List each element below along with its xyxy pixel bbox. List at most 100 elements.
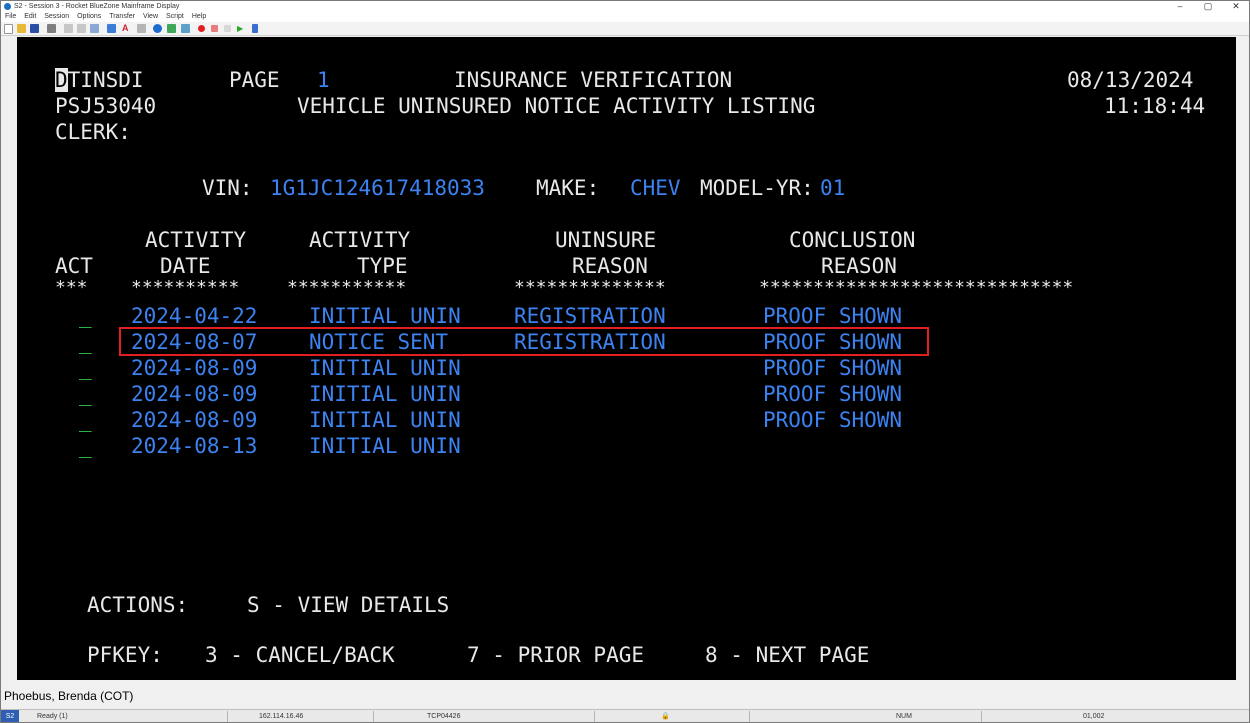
menu-view[interactable]: View: [143, 13, 158, 20]
new-icon[interactable]: [4, 24, 13, 34]
user-name-label: Phoebus, Brenda (COT): [4, 689, 134, 703]
status-cursor-position: 01,002: [1083, 713, 1105, 720]
status-divider: [981, 711, 982, 722]
row-conclusion: PROOF SHOWN: [763, 382, 903, 406]
status-ip: 162.114.16.46: [259, 713, 304, 720]
status-divider: [227, 711, 228, 722]
pause-icon[interactable]: [224, 25, 231, 32]
col-conclusion-line1: CONCLUSION: [789, 228, 916, 252]
menu-edit[interactable]: Edit: [24, 13, 36, 20]
clerk-label: CLERK:: [55, 120, 131, 144]
connect-icon[interactable]: [107, 24, 116, 33]
script-icon[interactable]: [252, 24, 258, 33]
macro-icon[interactable]: [181, 24, 190, 33]
toolbar: A ▶: [1, 22, 1249, 36]
bluezone-app-icon: [4, 3, 11, 10]
pfkey-next-page[interactable]: 8 - NEXT PAGE: [705, 642, 869, 668]
row-conclusion: PROOF SHOWN: [763, 304, 903, 328]
terminal-screen[interactable]: DTINSDI PAGE 1 INSURANCE VERIFICATION 08…: [17, 37, 1236, 680]
screen-id-rest: TINSDI: [67, 68, 144, 92]
paste-icon[interactable]: [90, 24, 99, 33]
screen-id: DTINSDI: [55, 67, 144, 93]
act-input[interactable]: _: [79, 303, 92, 329]
current-date: 08/13/2024: [1067, 68, 1194, 92]
row-type: INITIAL UNIN: [309, 304, 461, 328]
stop-icon[interactable]: [211, 25, 218, 32]
menu-script[interactable]: Script: [166, 13, 184, 20]
row-type: INITIAL UNIN: [309, 356, 461, 380]
row-reason: REGISTRATION: [514, 304, 666, 328]
stars-reason: **************: [514, 277, 666, 298]
row-conclusion: PROOF SHOWN: [763, 408, 903, 432]
maximize-button[interactable]: ▢: [1195, 1, 1221, 12]
row-date: 2024-04-22: [131, 304, 258, 328]
pfkey-prior-page[interactable]: 7 - PRIOR PAGE: [467, 642, 644, 668]
pfkey-cancel-back[interactable]: 3 - CANCEL/BACK: [205, 642, 395, 668]
transfer-icon[interactable]: [167, 24, 176, 33]
open-icon[interactable]: [17, 24, 26, 33]
row-type: INITIAL UNIN: [309, 408, 461, 432]
row-date: 2024-08-09: [131, 382, 258, 406]
lock-icon: 🔒: [661, 713, 670, 720]
act-input[interactable]: _: [79, 381, 92, 407]
window-title: S2 - Session 3 - Rocket BlueZone Mainfra…: [14, 3, 180, 10]
status-divider: [373, 711, 374, 722]
minimize-button[interactable]: –: [1167, 1, 1193, 12]
row-date: 2024-08-09: [131, 356, 258, 380]
stars-conclusion: *****************************: [759, 277, 1074, 298]
status-bar: S2 Ready (1) 162.114.16.46 TCP04426 🔒 NU…: [1, 709, 1249, 722]
screen-title: INSURANCE VERIFICATION: [454, 68, 733, 92]
clear-icon[interactable]: [137, 24, 146, 33]
program-id: PSJ53040: [55, 94, 157, 118]
stars-type: ***********: [287, 277, 407, 298]
model-yr-value[interactable]: 01: [820, 175, 845, 201]
make-label: MAKE:: [536, 176, 600, 200]
act-input[interactable]: _: [79, 355, 92, 381]
vin-value[interactable]: 1G1JC124617418033: [270, 175, 485, 201]
close-button[interactable]: ✕: [1223, 1, 1249, 12]
actions-text: S - VIEW DETAILS: [247, 593, 450, 617]
page-label: PAGE: [229, 68, 280, 92]
cut-icon[interactable]: [64, 24, 73, 33]
stars-date: **********: [131, 277, 240, 298]
col-uninsure-line1: UNINSURE: [555, 228, 657, 252]
menu-options[interactable]: Options: [77, 13, 101, 20]
menu-help[interactable]: Help: [192, 13, 206, 20]
act-input[interactable]: _: [79, 433, 92, 459]
status-divider: [594, 711, 595, 722]
row-type: INITIAL UNIN: [309, 434, 461, 458]
stars-act: ***: [55, 277, 88, 298]
act-input[interactable]: _: [79, 407, 92, 433]
menu-file[interactable]: File: [5, 13, 16, 20]
actions-label: ACTIONS:: [87, 593, 189, 617]
font-icon[interactable]: A: [122, 24, 131, 33]
menu-transfer[interactable]: Transfer: [109, 13, 135, 20]
menu-bar: File Edit Session Options Transfer View …: [1, 12, 1249, 22]
row-type: INITIAL UNIN: [309, 382, 461, 406]
row-conclusion: PROOF SHOWN: [763, 356, 903, 380]
current-time: 11:18:44: [1104, 94, 1206, 118]
model-yr-label: MODEL-YR:: [700, 176, 814, 200]
act-input[interactable]: _: [79, 329, 92, 355]
screen-subtitle: VEHICLE UNINSURED NOTICE ACTIVITY LISTIN…: [297, 94, 816, 118]
make-value[interactable]: CHEV: [630, 175, 681, 201]
web-icon[interactable]: [153, 24, 162, 33]
copy-icon[interactable]: [77, 24, 86, 33]
vin-label: VIN:: [202, 176, 253, 200]
highlight-box: [119, 327, 929, 356]
play-icon[interactable]: ▶: [237, 24, 246, 33]
col-activity-date-line1: ACTIVITY: [145, 228, 247, 252]
save-icon[interactable]: [30, 24, 39, 33]
session-indicator: S2: [1, 710, 19, 722]
status-terminal-id: TCP04426: [427, 713, 461, 720]
row-date: 2024-08-09: [131, 408, 258, 432]
menu-session[interactable]: Session: [44, 13, 69, 20]
bluezone-window: S2 - Session 3 - Rocket BlueZone Mainfra…: [0, 0, 1250, 723]
print-icon[interactable]: [47, 24, 56, 33]
terminal-cursor: D: [55, 68, 68, 92]
record-icon[interactable]: [198, 25, 205, 32]
pfkey-label: PFKEY:: [87, 643, 163, 667]
row-date: 2024-08-13: [131, 434, 258, 458]
status-divider: [749, 711, 750, 722]
title-bar: S2 - Session 3 - Rocket BlueZone Mainfra…: [1, 1, 1249, 12]
